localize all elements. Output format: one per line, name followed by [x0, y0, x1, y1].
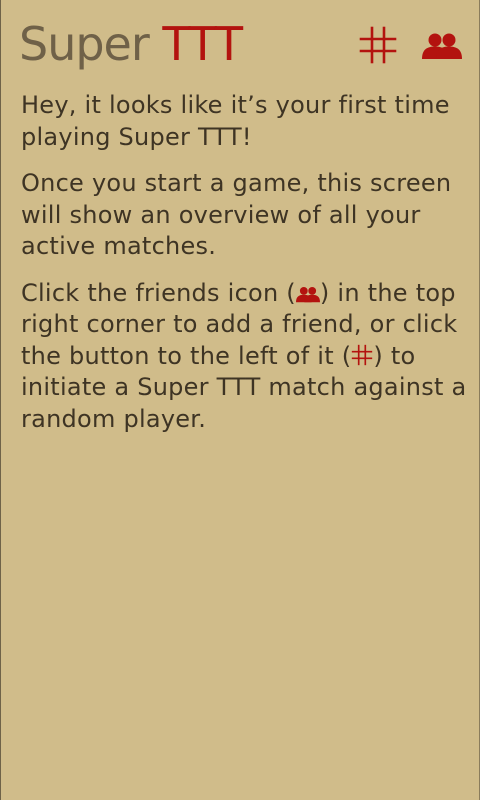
app-title-super: Super: [19, 17, 163, 71]
app-header: Super TTT: [1, 0, 480, 86]
friends-button[interactable]: [419, 26, 465, 66]
intro-paragraph-3-part-a: Click the friends icon (: [21, 278, 296, 307]
intro-paragraph-1: Hey, it looks like it’s your first time …: [21, 91, 450, 151]
friends-icon: [422, 33, 462, 59]
app-title-ttt: TTT: [162, 17, 243, 71]
grid-hash-icon: [352, 344, 373, 365]
grid-hash-icon: [359, 26, 397, 64]
friends-icon: [295, 286, 320, 302]
intro-text: Hey, it looks like it’s your first time …: [21, 90, 467, 450]
app-title: Super TTT: [19, 14, 243, 74]
intro-paragraph-2: Once you start a game, this screen will …: [21, 169, 452, 260]
new-game-button[interactable]: [355, 22, 401, 68]
intro-paragraph-3: Click the friends icon () in the top rig…: [21, 278, 467, 436]
